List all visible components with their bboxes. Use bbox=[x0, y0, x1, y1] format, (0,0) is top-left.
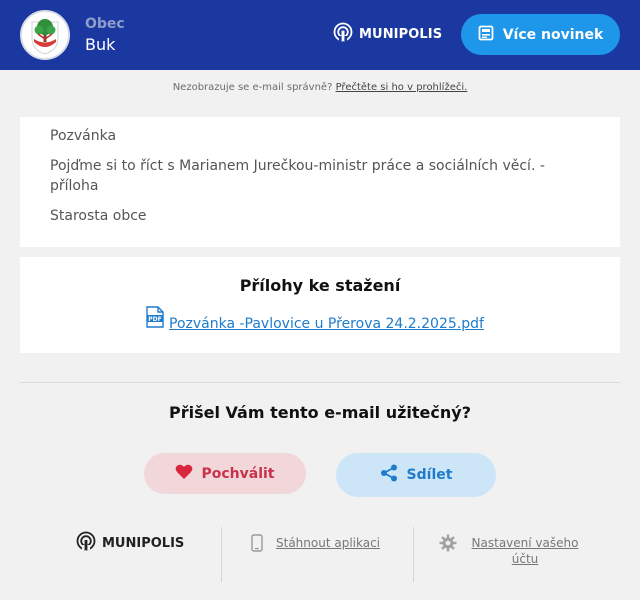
municipality-logo bbox=[20, 10, 70, 60]
notice-text: Nezobrazuje se e-mail správně? bbox=[172, 82, 333, 93]
footer-brand-name: MUNIPOLIS bbox=[102, 535, 185, 551]
feedback-question: Přišel Vám tento e-mail užitečný? bbox=[169, 403, 471, 422]
more-news-label: Více novinek bbox=[502, 26, 604, 43]
message-line: Pojďme si to říct s Marianem Jurečkou-mi… bbox=[50, 158, 545, 194]
munipolis-logo-icon bbox=[333, 22, 353, 46]
org-label: Obec bbox=[85, 16, 125, 32]
org-name: Buk bbox=[85, 35, 116, 54]
attachment-item[interactable]: PDF Pozvánka -Pavlovice u Přerova 24.2.2… bbox=[145, 306, 484, 332]
svg-text:PDF: PDF bbox=[148, 316, 161, 323]
view-in-browser-link[interactable]: Přečtěte si ho v prohlížeči. bbox=[336, 82, 468, 93]
pdf-icon: PDF bbox=[145, 306, 165, 332]
header-bar: Obec Buk MUNIPOLIS Více novinek bbox=[0, 0, 640, 70]
download-app-link[interactable]: Stáhnout aplikaci bbox=[276, 535, 380, 551]
share-icon bbox=[380, 464, 398, 486]
news-icon bbox=[478, 25, 494, 45]
attachments-card: Přílohy ke stažení PDF Pozvánka -Pavlovi… bbox=[20, 257, 620, 353]
footer-munipolis-brand[interactable]: MUNIPOLIS bbox=[76, 531, 184, 555]
message-line: Starosta obce bbox=[50, 208, 147, 224]
phone-icon bbox=[251, 534, 263, 556]
section-divider bbox=[20, 382, 620, 383]
praise-button[interactable]: Pochválit bbox=[144, 453, 306, 494]
message-line: Pozvánka bbox=[50, 128, 117, 144]
brand-name: MUNIPOLIS bbox=[359, 26, 443, 42]
heart-icon bbox=[175, 464, 193, 484]
footer-divider bbox=[413, 527, 414, 582]
munipolis-brand[interactable]: MUNIPOLIS bbox=[333, 22, 443, 46]
share-button[interactable]: Sdílet bbox=[336, 453, 496, 497]
munipolis-logo-icon bbox=[76, 531, 96, 555]
share-label: Sdílet bbox=[406, 467, 453, 483]
praise-label: Pochválit bbox=[201, 465, 275, 482]
attachment-link[interactable]: Pozvánka -Pavlovice u Přerova 24.2.2025.… bbox=[169, 316, 484, 332]
gear-icon bbox=[439, 534, 457, 556]
attachments-title: Přílohy ke stažení bbox=[239, 276, 401, 295]
account-settings-link[interactable]: Nastavení vašeho účtu bbox=[468, 535, 582, 567]
more-news-button[interactable]: Více novinek bbox=[461, 14, 620, 55]
footer-divider bbox=[221, 527, 222, 582]
message-card: Pozvánka Pojďme si to říct s Marianem Ju… bbox=[20, 117, 620, 247]
browser-view-notice: Nezobrazuje se e-mail správně? Přečtěte … bbox=[0, 82, 640, 93]
